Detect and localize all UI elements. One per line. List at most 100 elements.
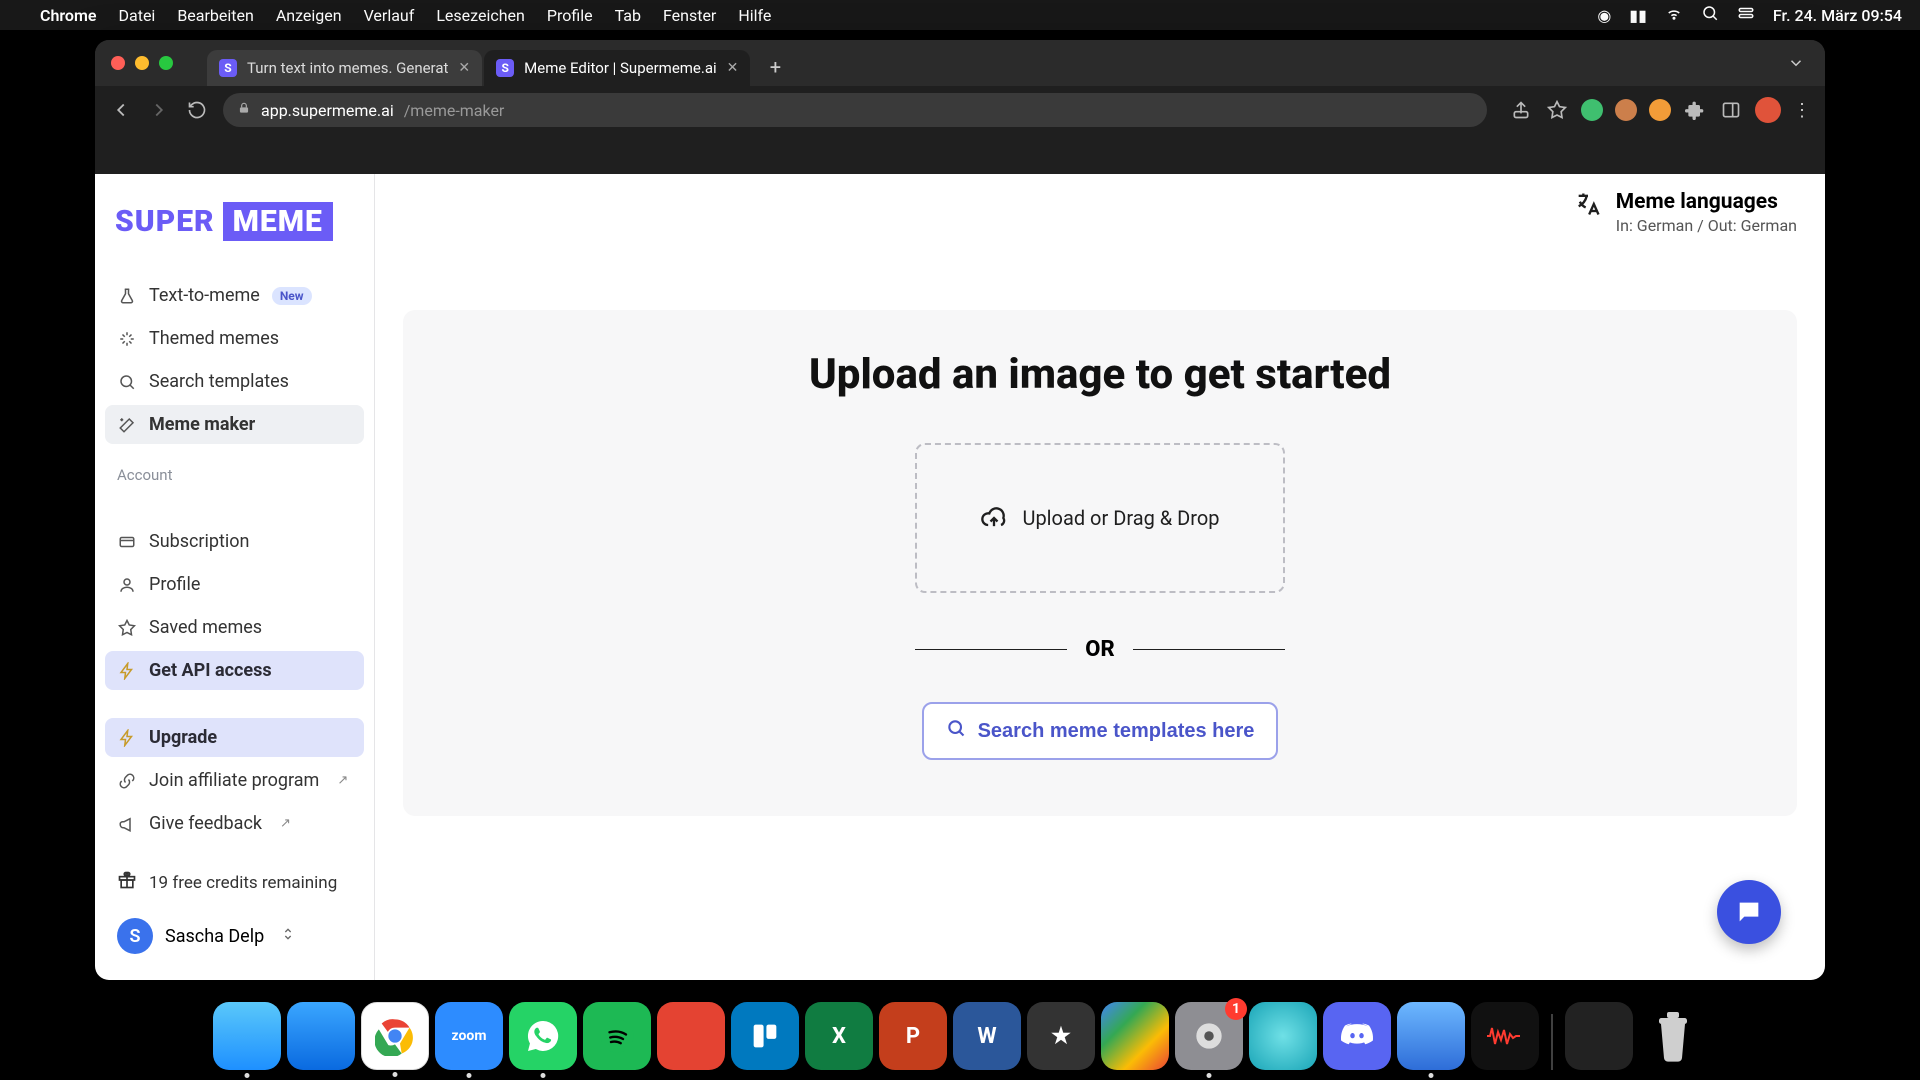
dock-app-whatsapp[interactable] (509, 1002, 577, 1070)
menu-item[interactable]: Tab (615, 6, 641, 25)
gift-icon (117, 870, 137, 895)
browser-tab[interactable]: S Turn text into memes. Generat ✕ (207, 50, 482, 86)
menu-item[interactable]: Fenster (663, 6, 716, 25)
wifi-icon[interactable] (1665, 4, 1683, 26)
minimize-window-button[interactable] (135, 56, 149, 70)
dock-app-safari[interactable] (287, 1002, 355, 1070)
extensions-puzzle-icon[interactable] (1683, 98, 1707, 122)
flask-icon (117, 286, 137, 306)
user-avatar: S (117, 918, 153, 954)
search-templates-button[interactable]: Search meme templates here (922, 702, 1279, 760)
tab-close-icon[interactable]: ✕ (458, 60, 470, 76)
control-center-icon[interactable] (1737, 4, 1755, 26)
bookmark-icon[interactable] (1545, 98, 1569, 122)
dock-app-word[interactable]: W (953, 1002, 1021, 1070)
dock-app-powerpoint[interactable]: P (879, 1002, 947, 1070)
menu-item[interactable]: Profile (547, 6, 593, 25)
sidebar-item-search-templates[interactable]: Search templates (105, 362, 364, 401)
dock-app-spotify[interactable] (583, 1002, 651, 1070)
sidebar-item-upgrade[interactable]: Upgrade (105, 718, 364, 757)
spotlight-icon[interactable] (1701, 4, 1719, 26)
dock-app-trello[interactable] (731, 1002, 799, 1070)
dock-app-zoom[interactable]: zoom (435, 1002, 503, 1070)
menu-app-name[interactable]: Chrome (40, 6, 97, 25)
address-bar[interactable]: app.supermeme.ai/meme-maker (223, 93, 1487, 127)
sidepanel-icon[interactable] (1719, 98, 1743, 122)
share-icon[interactable] (1509, 98, 1533, 122)
sidebar-item-saved[interactable]: Saved memes (105, 608, 364, 647)
back-button[interactable] (109, 98, 133, 122)
sidebar-item-label: Subscription (149, 531, 250, 552)
dock-app-recent[interactable] (1565, 1002, 1633, 1070)
language-sub: In: German / Out: German (1616, 216, 1797, 235)
or-label: OR (1085, 637, 1114, 662)
link-icon (117, 771, 137, 791)
tab-strip: S Turn text into memes. Generat ✕ S Meme… (95, 40, 1825, 86)
sidebar-item-label: Saved memes (149, 617, 262, 638)
upload-dropzone[interactable]: Upload or Drag & Drop (915, 443, 1285, 593)
sidebar-item-label: Text-to-meme (149, 285, 260, 306)
star-icon (117, 618, 137, 638)
external-link-icon: ↗ (337, 773, 348, 788)
extension-icon[interactable] (1615, 99, 1637, 121)
dock-app-voicememos[interactable] (1471, 1002, 1539, 1070)
chat-fab[interactable] (1717, 880, 1781, 944)
tab-title: Meme Editor | Supermeme.ai (524, 59, 717, 77)
dock-app-trash[interactable] (1639, 1002, 1707, 1070)
menu-item[interactable]: Datei (119, 6, 156, 25)
tab-close-icon[interactable]: ✕ (727, 60, 739, 76)
language-selector[interactable]: Meme languages In: German / Out: German (1574, 190, 1797, 235)
extension-icon[interactable] (1649, 99, 1671, 121)
sidebar-item-profile[interactable]: Profile (105, 565, 364, 604)
chrome-menu-icon[interactable]: ⋮ (1793, 100, 1811, 121)
sidebar-item-label: Themed memes (149, 328, 279, 349)
sidebar-item-api[interactable]: Get API access (105, 651, 364, 690)
dock-app-quicktime[interactable] (1397, 1002, 1465, 1070)
tab-overflow-icon[interactable] (1787, 54, 1805, 76)
page-viewport: SUPER MEME Text-to-meme New Themed memes… (95, 174, 1825, 980)
menu-item[interactable]: Verlauf (364, 6, 415, 25)
dock-app-excel[interactable]: X (805, 1002, 873, 1070)
sidebar-item-themed[interactable]: Themed memes (105, 319, 364, 358)
dock-app-imovie[interactable]: ★ (1027, 1002, 1095, 1070)
menu-item[interactable]: Lesezeichen (436, 6, 525, 25)
credits-row[interactable]: 19 free credits remaining (95, 860, 374, 905)
forward-button[interactable] (147, 98, 171, 122)
sidebar-item-affiliate[interactable]: Join affiliate program ↗ (105, 761, 364, 800)
menu-item[interactable]: Bearbeiten (177, 6, 254, 25)
menubar-clock[interactable]: Fr. 24. März 09:54 (1773, 6, 1902, 25)
sidebar-item-feedback[interactable]: Give feedback ↗ (105, 804, 364, 843)
dock-app-drive[interactable] (1101, 1002, 1169, 1070)
tab-title: Turn text into memes. Generat (247, 59, 448, 77)
credits-label: 19 free credits remaining (149, 873, 337, 893)
close-window-button[interactable] (111, 56, 125, 70)
dock-app-finder[interactable] (213, 1002, 281, 1070)
extension-icon[interactable] (1581, 99, 1603, 121)
reload-button[interactable] (185, 98, 209, 122)
user-menu[interactable]: S Sascha Delp (95, 905, 374, 966)
lock-icon (237, 101, 251, 119)
sidebar-item-text-to-meme[interactable]: Text-to-meme New (105, 276, 364, 315)
dock-app-todoist[interactable] (657, 1002, 725, 1070)
sidebar-item-label: Profile (149, 574, 200, 595)
dropzone-label: Upload or Drag & Drop (1022, 506, 1219, 530)
tab-favicon: S (496, 59, 514, 77)
menu-item[interactable]: Hilfe (738, 6, 771, 25)
dock-app-generic[interactable] (1249, 1002, 1317, 1070)
sidebar-item-subscription[interactable]: Subscription (105, 522, 364, 561)
sidebar-item-label: Join affiliate program (149, 770, 319, 791)
menu-item[interactable]: Anzeigen (276, 6, 342, 25)
tab-favicon: S (219, 59, 237, 77)
search-icon (117, 372, 137, 392)
record-icon[interactable]: ◉ (1597, 6, 1611, 25)
profile-avatar-button[interactable] (1755, 97, 1781, 123)
app-logo[interactable]: SUPER MEME (115, 196, 339, 246)
new-tab-button[interactable]: + (760, 52, 790, 82)
dock-app-settings[interactable]: 1 (1175, 1002, 1243, 1070)
sidebar-item-meme-maker[interactable]: Meme maker (105, 405, 364, 444)
battery-icon[interactable]: ▮▮ (1629, 6, 1647, 25)
dock-app-discord[interactable] (1323, 1002, 1391, 1070)
browser-tab-active[interactable]: S Meme Editor | Supermeme.ai ✕ (484, 50, 750, 86)
maximize-window-button[interactable] (159, 56, 173, 70)
dock-app-chrome[interactable] (361, 1002, 429, 1070)
